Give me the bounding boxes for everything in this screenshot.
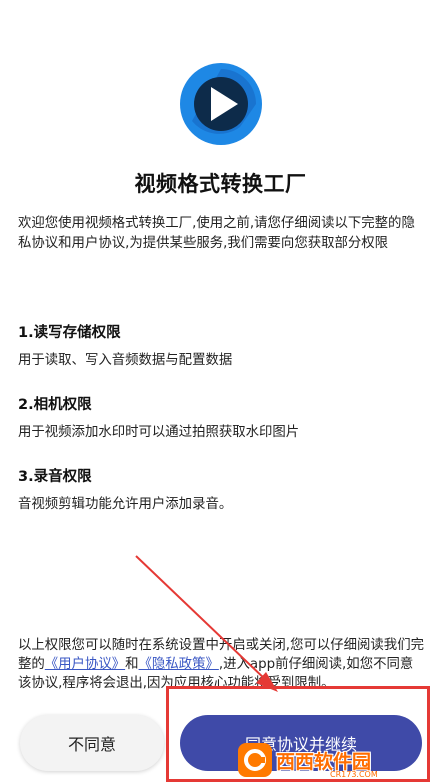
app-logo-icon: [180, 63, 262, 145]
user-agreement-link[interactable]: 《用户协议》: [45, 657, 125, 672]
permission-desc-camera: 用于视频添加水印时可以通过拍照获取水印图片: [18, 425, 300, 440]
permission-desc-storage: 用于读取、写入音频数据与配置数据: [18, 353, 233, 368]
watermark-url: CR173.COM: [330, 770, 378, 779]
permission-title-audio: 3.录音权限: [18, 469, 92, 485]
footer-and: 和: [125, 657, 139, 672]
disagree-button[interactable]: 不同意: [20, 715, 164, 771]
permission-desc-audio: 音视频剪辑功能允许用户添加录音。: [18, 497, 233, 512]
agree-continue-button[interactable]: 同意协议并继续: [180, 715, 422, 771]
privacy-policy-link[interactable]: 《隐私政策》: [139, 657, 219, 672]
app-title: 视频格式转换工厂: [134, 172, 307, 196]
permission-title-camera: 2.相机权限: [18, 397, 92, 413]
footer-notice: 以上权限您可以随时在系统设置中开启或关闭,您可以仔细阅读我们完整的《用户协议》和…: [18, 636, 426, 693]
intro-text: 欢迎您使用视频格式转换工厂,使用之前,请您仔细阅读以下完整的隐私协议和用户协议,…: [18, 216, 415, 251]
permission-title-storage: 1.读写存储权限: [18, 325, 121, 341]
